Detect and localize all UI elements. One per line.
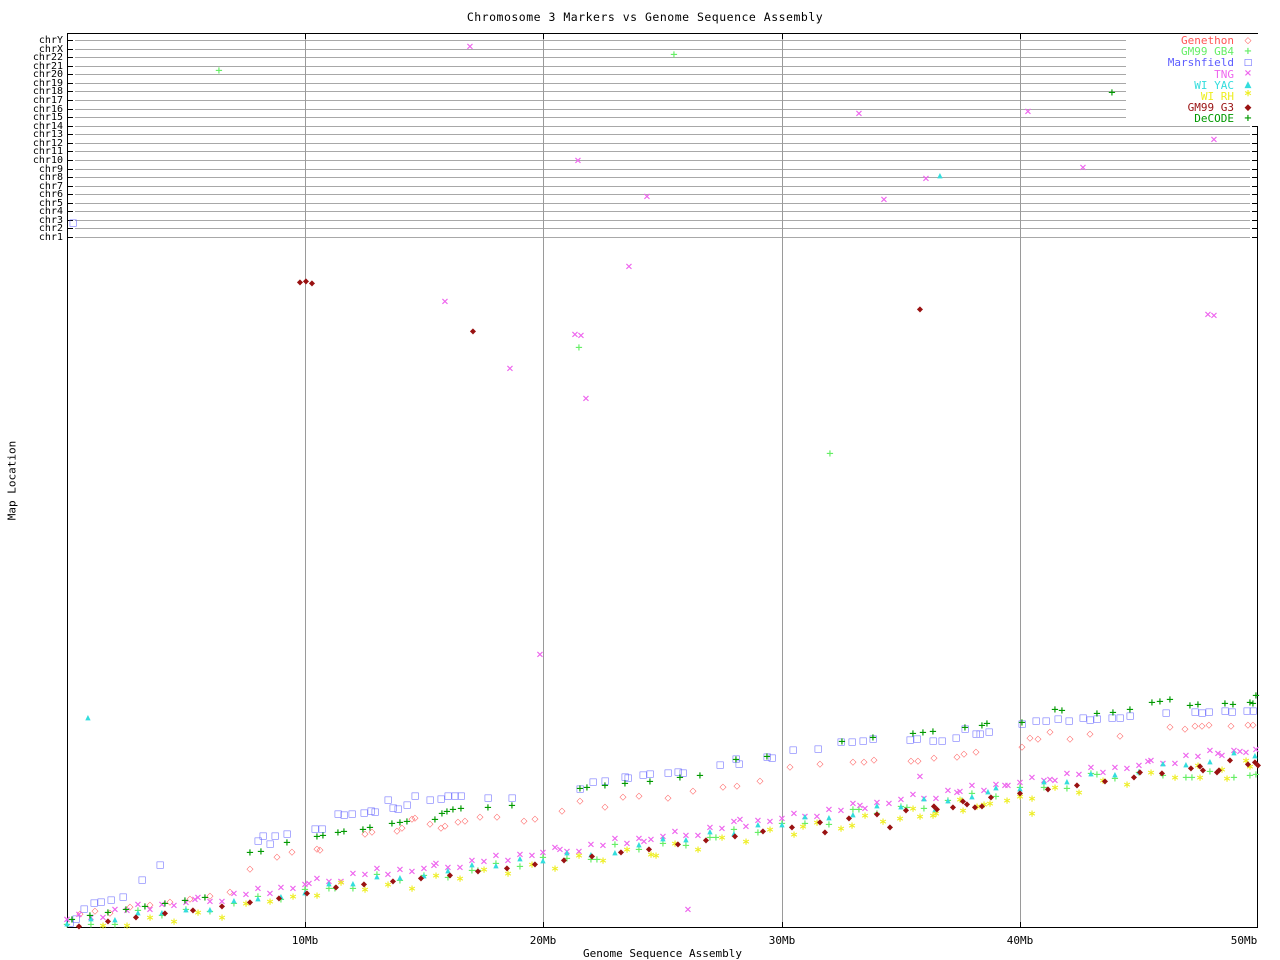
chrom-tick-right-chr14 — [1252, 126, 1258, 127]
x-tick-bottom-30mb — [782, 922, 783, 928]
legend-symbol-genethon: ◇ — [1234, 36, 1262, 46]
x-tick-label-50Mb: 50Mb — [1220, 934, 1268, 947]
chrom-tick-left-chr15 — [67, 117, 73, 118]
chrom-tick-right-chr4 — [1252, 211, 1258, 212]
legend-symbol-decode: + — [1234, 114, 1262, 124]
chrom-tick-right-chr7 — [1252, 186, 1258, 187]
x-tick-label-20Mb: 20Mb — [519, 934, 567, 947]
x-tick-top-10mb — [305, 33, 306, 39]
chrom-tick-right-chr2 — [1252, 228, 1258, 229]
chrom-tick-right-chr11 — [1252, 151, 1258, 152]
chrom-tick-left-chr4 — [67, 211, 73, 212]
x-tick-label-40Mb: 40Mb — [996, 934, 1044, 947]
x-tick-top-20mb — [543, 33, 544, 39]
chrom-tick-left-chr5 — [67, 203, 73, 204]
legend-symbol-marshfield: □ — [1234, 58, 1262, 68]
chrom-tick-left-chr19 — [67, 83, 73, 84]
chrom-tick-left-chrX — [67, 49, 73, 50]
chrom-tick-left-chr17 — [67, 100, 73, 101]
chrom-tick-left-chr22 — [67, 57, 73, 58]
chrom-tick-left-chr10 — [67, 160, 73, 161]
legend-label-decode: DeCODE — [1126, 113, 1234, 124]
x-tick-bottom-20mb — [543, 922, 544, 928]
legend-row-marshfield: Marshfield□ — [1126, 57, 1262, 68]
chrom-tick-left-chr18 — [67, 91, 73, 92]
x-tick-top-30mb — [782, 33, 783, 39]
chrom-tick-left-chr2 — [67, 228, 73, 229]
legend-symbol-wirh: * — [1234, 92, 1262, 102]
legend-symbol-gm99gb4: + — [1234, 47, 1262, 57]
chrom-tick-right-chr6 — [1252, 194, 1258, 195]
chrom-tick-right-chr10 — [1252, 160, 1258, 161]
chrom-tick-right-chr9 — [1252, 169, 1258, 170]
legend-row-decode: DeCODE+ — [1126, 113, 1262, 124]
chrom-tick-right-chr13 — [1252, 134, 1258, 135]
x-tick-bottom-10mb — [305, 922, 306, 928]
chrom-tick-left-chrY — [67, 40, 73, 41]
legend-label-marshfield: Marshfield — [1126, 57, 1234, 68]
plot-border — [67, 33, 1258, 928]
legend: Genethon◇GM99 GB4+Marshfield□TNG×WI YAC▲… — [1126, 34, 1262, 126]
chrom-tick-left-chr9 — [67, 169, 73, 170]
chrom-tick-left-chr7 — [67, 186, 73, 187]
chart-canvas: Chromosome 3 Markers vs Genome Sequence … — [0, 0, 1280, 960]
legend-symbol-tng: × — [1234, 69, 1262, 79]
chrom-label-chr1: chr1 — [0, 233, 63, 242]
chrom-tick-right-chr12 — [1252, 143, 1258, 144]
legend-symbol-gm99g3: ◆ — [1234, 103, 1262, 113]
x-axis-label: Genome Sequence Assembly — [67, 947, 1258, 960]
x-tick-label-10Mb: 10Mb — [281, 934, 329, 947]
chrom-tick-left-chr13 — [67, 134, 73, 135]
chrom-tick-left-chr6 — [67, 194, 73, 195]
chrom-tick-right-chr5 — [1252, 203, 1258, 204]
chrom-tick-left-chr21 — [67, 66, 73, 67]
y-axis-label: Map Location — [6, 431, 19, 531]
chart-title: Chromosome 3 Markers vs Genome Sequence … — [0, 10, 1280, 24]
chrom-tick-left-chr3 — [67, 220, 73, 221]
chrom-tick-left-chr11 — [67, 151, 73, 152]
legend-row-wiyac: WI YAC▲ — [1126, 80, 1262, 91]
x-tick-bottom-40mb — [1020, 922, 1021, 928]
chrom-tick-left-chr8 — [67, 177, 73, 178]
chrom-tick-left-chr14 — [67, 126, 73, 127]
chrom-tick-right-chr8 — [1252, 177, 1258, 178]
x-tick-label-30Mb: 30Mb — [758, 934, 806, 947]
chrom-tick-right-chr3 — [1252, 220, 1258, 221]
chrom-tick-right-chr1 — [1252, 237, 1258, 238]
chrom-tick-left-chr12 — [67, 143, 73, 144]
chrom-tick-left-chr16 — [67, 109, 73, 110]
chrom-tick-left-chr20 — [67, 74, 73, 75]
chrom-tick-left-chr1 — [67, 237, 73, 238]
x-tick-top-40mb — [1020, 33, 1021, 39]
legend-label-tng: TNG — [1126, 69, 1234, 80]
